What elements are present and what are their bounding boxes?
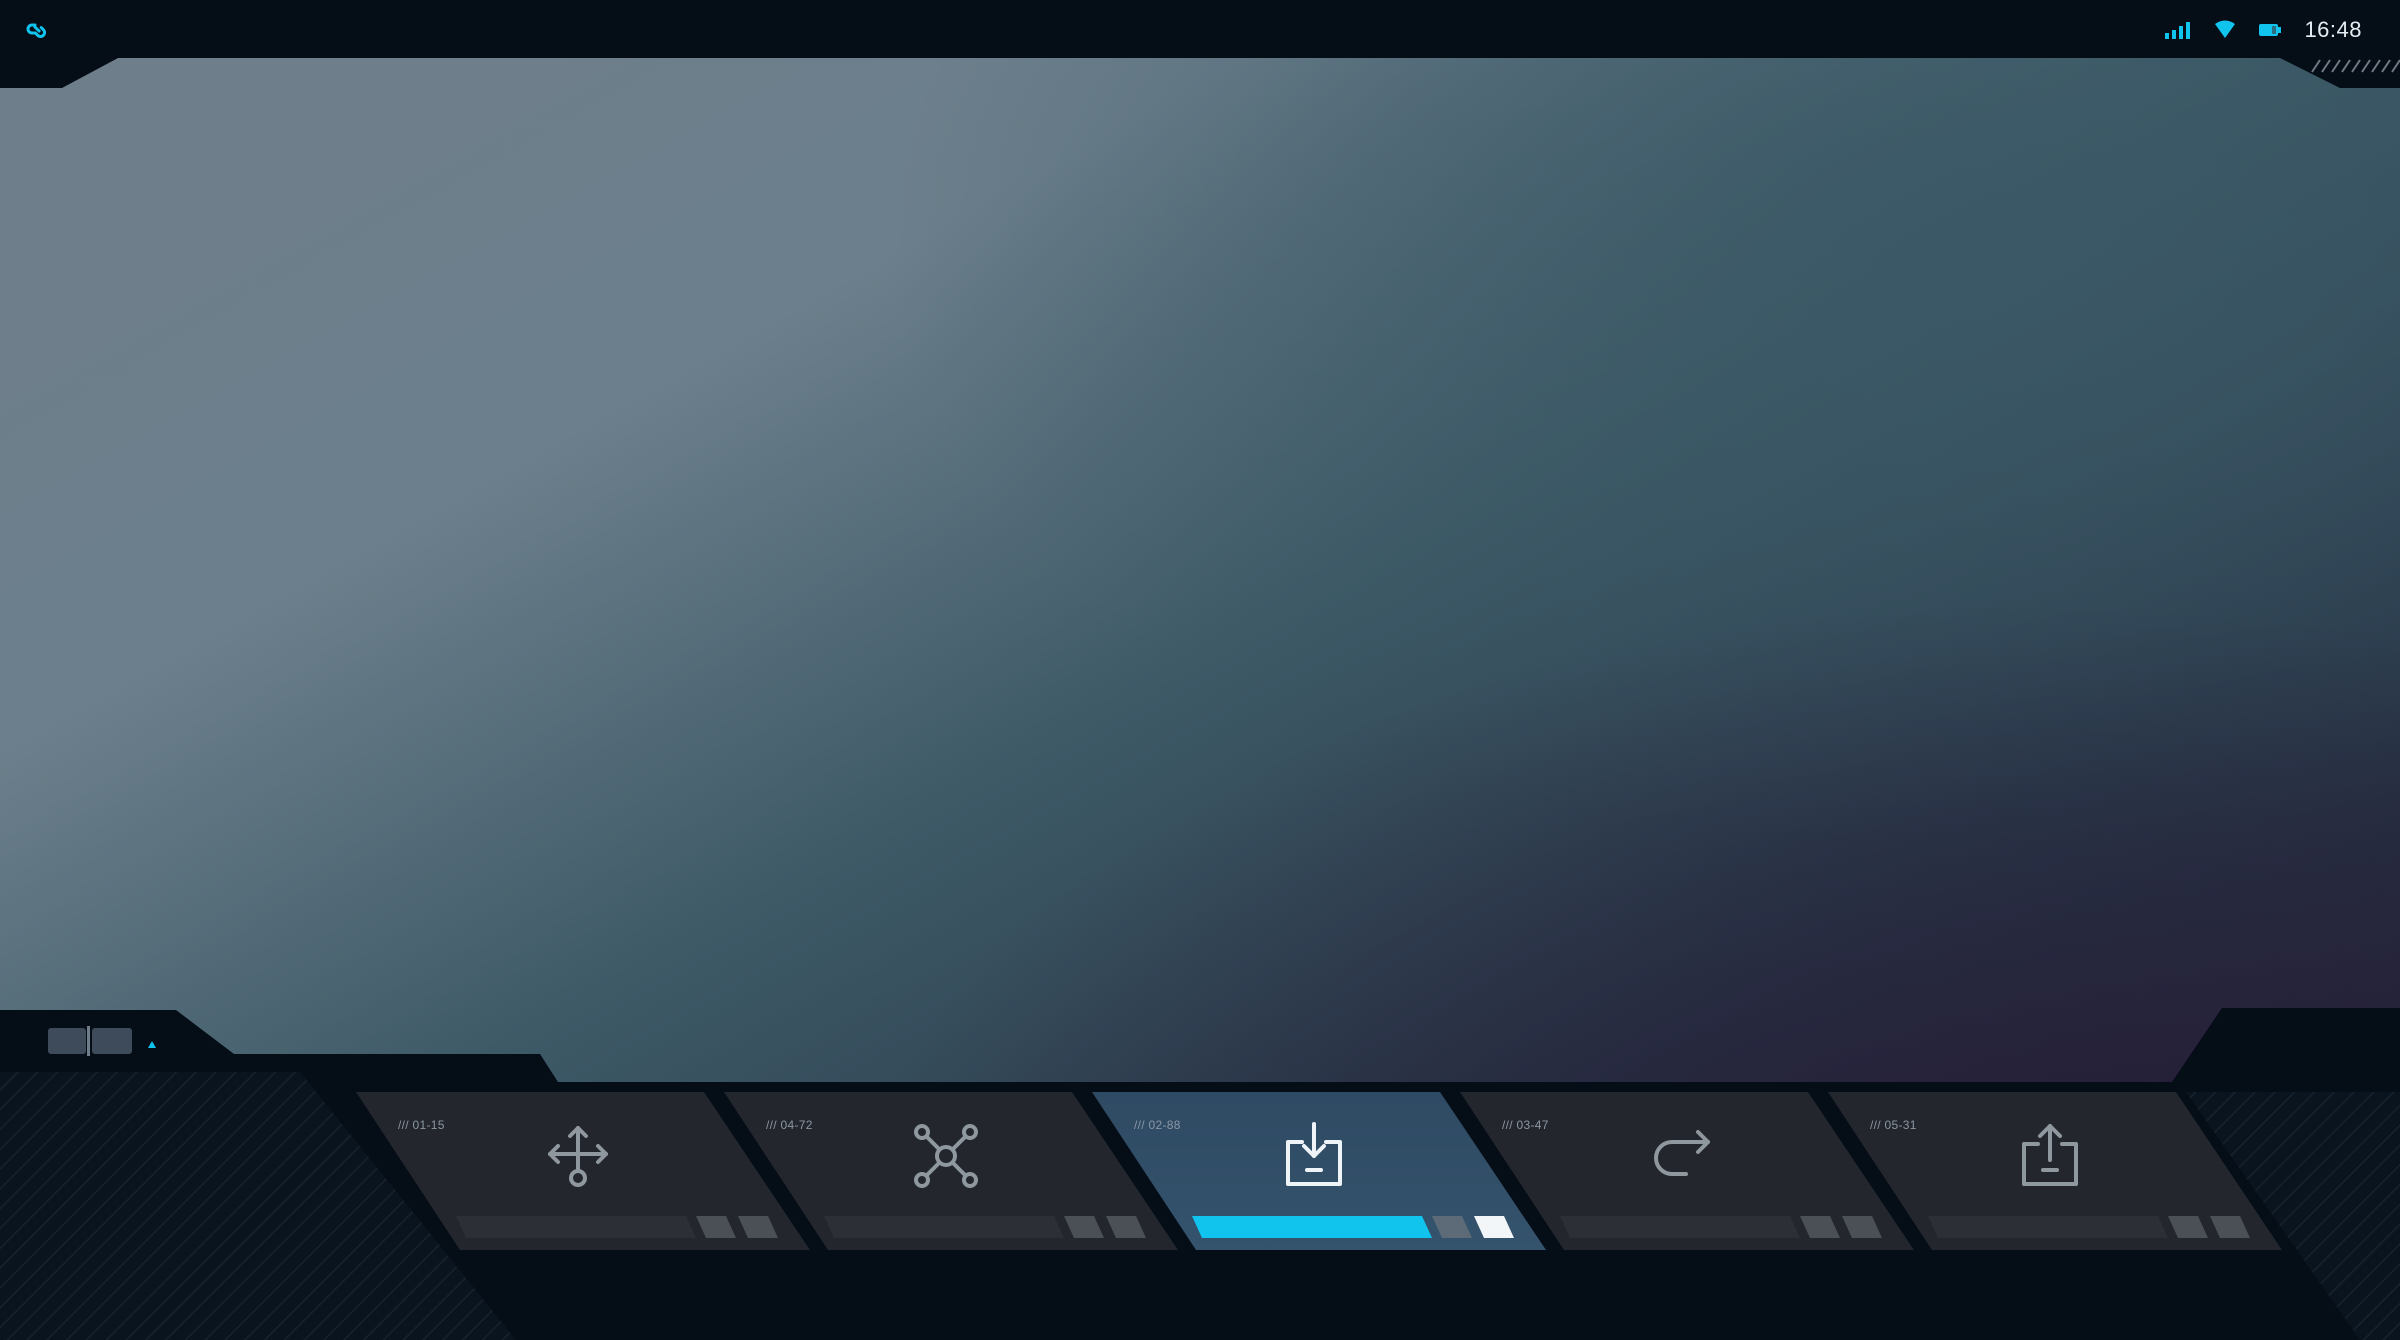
battery-icon [2259,24,2282,36]
link-icon[interactable] [26,18,48,40]
task-tile[interactable]: /// 02-88 [1092,1092,1546,1252]
status-indicators: 16:48 [2164,14,2362,46]
task-tile[interactable]: /// 01-15 [356,1092,810,1252]
dock-toggle[interactable] [44,1022,184,1062]
task-tile[interactable]: /// 03-47 [1460,1092,1914,1252]
split-view-icon [48,1026,132,1056]
wifi-icon [2215,20,2236,38]
status-bar: 16:48 [0,0,2400,58]
clock-time: 16:48 [2304,17,2362,42]
triangle-up-icon [148,1041,156,1048]
cellular-signal-icon [2165,22,2191,39]
tile-progress-bar [1928,1216,2250,1238]
task-tile[interactable]: /// 05-31 [1828,1092,2282,1252]
task-tile[interactable]: /// 04-72 [724,1092,1178,1252]
